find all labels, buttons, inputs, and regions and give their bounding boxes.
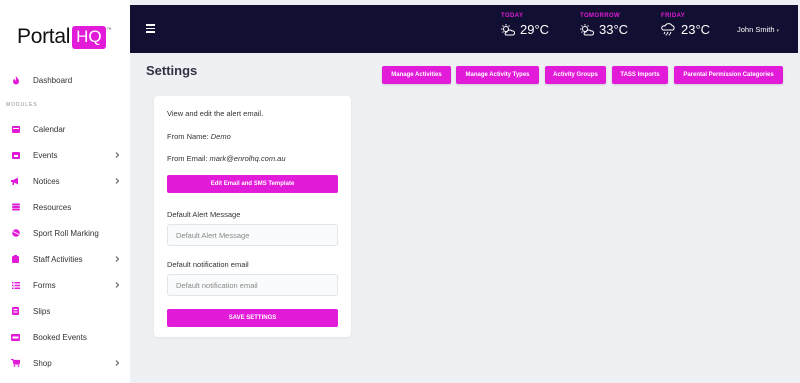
partly-sunny-icon <box>580 23 594 35</box>
save-settings-button[interactable]: SAVE SETTINGS <box>167 309 338 327</box>
sidebar: Portal HQ ™ Dashboard MODULES Calendar E… <box>0 0 130 383</box>
sidebar-item-shop[interactable]: Shop <box>0 353 130 373</box>
megaphone-icon <box>11 177 20 186</box>
weather-friday: FRIDAY 23°C <box>661 13 710 37</box>
sidebar-item-dashboard[interactable]: Dashboard <box>0 70 130 90</box>
user-name: John Smith <box>737 25 775 34</box>
from-name-row: From Name: Demo <box>167 132 231 141</box>
weather-today: TODAY 29°C <box>501 13 549 37</box>
weather-tomorrow: TOMORROW 33°C <box>580 13 628 37</box>
sidebar-item-calendar[interactable]: Calendar <box>0 119 130 139</box>
weather-temp: 29°C <box>520 22 550 37</box>
parental-permission-categories-button[interactable]: Parental Permission Categories <box>674 66 783 84</box>
sidebar-item-forms[interactable]: Forms <box>0 275 130 295</box>
from-name-label: From Name: <box>167 132 209 141</box>
from-email-value: mark@enrolhq.com.au <box>209 154 286 163</box>
manage-activities-button[interactable]: Manage Activities <box>382 66 451 84</box>
chevron-right-icon <box>115 152 120 158</box>
sidebar-item-staff-activities[interactable]: Staff Activities <box>0 249 130 269</box>
cart-icon <box>11 359 20 368</box>
sidebar-item-resources[interactable]: Resources <box>0 197 130 217</box>
sidebar-item-label: Dashboard <box>33 75 73 85</box>
calendar-icon <box>11 125 20 134</box>
tass-imports-button[interactable]: TASS Imports <box>612 66 668 84</box>
weather-day-label: TOMORROW <box>580 13 621 19</box>
manage-activity-types-button[interactable]: Manage Activity Types <box>456 66 539 84</box>
rain-cloud-icon <box>661 23 675 36</box>
chevron-right-icon <box>115 360 120 366</box>
partly-sunny-icon <box>501 23 515 35</box>
weather-day-label: FRIDAY <box>661 13 686 19</box>
logo-trademark: ™ <box>106 27 112 33</box>
logo[interactable]: Portal HQ ™ <box>17 25 112 49</box>
from-email-label: From Email: <box>167 154 208 163</box>
sidebar-item-label: Events <box>33 150 58 160</box>
from-email-row: From Email: mark@enrolhq.com.au <box>167 154 286 163</box>
sidebar-item-label: Resources <box>33 202 72 212</box>
chevron-right-icon <box>115 178 120 184</box>
default-alert-message-input[interactable] <box>167 224 338 246</box>
chevron-right-icon <box>115 256 120 262</box>
chevron-right-icon <box>115 282 120 288</box>
clipboard-icon <box>11 255 20 264</box>
modules-section-label: MODULES <box>6 102 38 108</box>
sidebar-item-label: Notices <box>33 176 60 186</box>
weather-temp: 33°C <box>599 22 629 37</box>
edit-email-sms-template-button[interactable]: Edit Email and SMS Template <box>167 175 338 193</box>
hamburger-menu-icon[interactable] <box>146 24 155 33</box>
ball-icon <box>11 229 20 238</box>
sidebar-item-booked-events[interactable]: Booked Events <box>0 327 130 347</box>
events-icon <box>11 151 20 160</box>
sidebar-item-label: Shop <box>33 358 52 368</box>
weather-temp: 23°C <box>681 22 711 37</box>
fire-icon <box>11 75 20 85</box>
sidebar-item-sport-roll-marking[interactable]: Sport Roll Marking <box>0 223 130 243</box>
sidebar-item-label: Staff Activities <box>33 254 83 264</box>
sidebar-item-events[interactable]: Events <box>0 145 130 165</box>
user-menu[interactable]: John Smith ▾ <box>737 25 779 34</box>
alert-settings-card: View and edit the alert email. From Name… <box>154 96 351 337</box>
logo-text: Portal <box>17 25 71 48</box>
list-icon <box>11 281 20 290</box>
page-title: Settings <box>146 63 198 78</box>
activity-groups-button[interactable]: Activity Groups <box>545 66 606 84</box>
sidebar-item-slips[interactable]: Slips <box>0 301 130 321</box>
ticket-icon <box>11 333 20 342</box>
alert-message-label: Default Alert Message <box>167 210 241 219</box>
sidebar-item-label: Booked Events <box>33 332 87 342</box>
database-icon <box>11 203 20 212</box>
weather-day-label: TODAY <box>501 13 524 19</box>
sidebar-item-label: Slips <box>33 306 51 316</box>
sidebar-item-label: Forms <box>33 280 56 290</box>
slip-icon <box>11 307 20 316</box>
top-bar: TODAY 29°C TOMORROW 33°C FRIDAY 23°C Joh… <box>130 5 798 53</box>
sidebar-item-label: Sport Roll Marking <box>33 228 99 238</box>
notification-email-label: Default notification email <box>167 260 249 269</box>
from-name-value: Demo <box>210 132 231 141</box>
logo-badge: HQ <box>72 25 106 49</box>
sidebar-item-label: Calendar <box>33 124 66 134</box>
card-intro-text: View and edit the alert email. <box>167 109 264 118</box>
default-notification-email-input[interactable] <box>167 274 338 296</box>
chevron-down-icon: ▾ <box>776 28 780 34</box>
sidebar-item-notices[interactable]: Notices <box>0 171 130 191</box>
